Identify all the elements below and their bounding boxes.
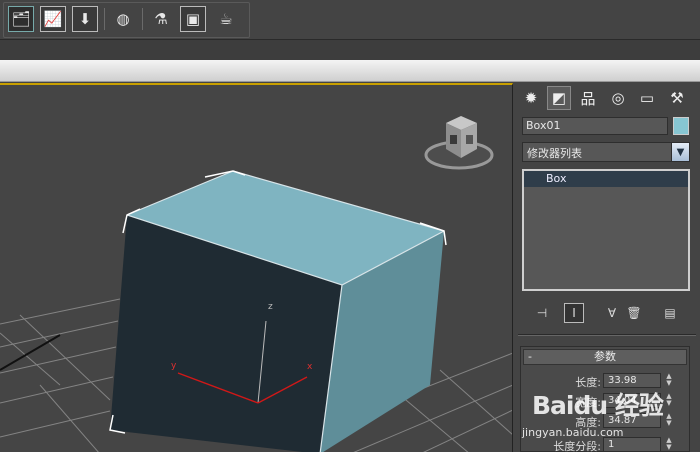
box01-mesh[interactable] bbox=[110, 170, 445, 452]
pin-stack-icon[interactable]: ⊣ bbox=[532, 303, 552, 323]
save-scene-icon[interactable]: ⬇ bbox=[72, 6, 98, 32]
display-tab-icon[interactable]: ▭ bbox=[635, 86, 659, 110]
main-toolbar: 🗂 📈 ⬇ ◍ ⚗ ▣ ☕ bbox=[0, 0, 700, 40]
modifier-list-label: 修改器列表 bbox=[527, 147, 582, 160]
panel-divider bbox=[518, 334, 696, 336]
show-end-result-icon[interactable]: Ⅰ bbox=[564, 303, 584, 323]
utilities-tab-icon[interactable]: ⚒ bbox=[665, 86, 689, 110]
viewport-label-bar bbox=[0, 60, 700, 82]
toolbar-separator bbox=[142, 8, 143, 30]
axis-x-label: x bbox=[307, 362, 313, 372]
chevron-down-icon[interactable]: ▼ bbox=[671, 143, 689, 161]
watermark-url: jingyan.baidu.com bbox=[522, 426, 624, 439]
modifier-list-dropdown[interactable]: 修改器列表 ▼ bbox=[522, 142, 690, 162]
stack-item-box[interactable]: Box bbox=[524, 171, 688, 187]
rollout-title: 参数 bbox=[594, 350, 616, 363]
render-production-icon[interactable]: ☕ bbox=[213, 6, 239, 32]
modify-tab-icon[interactable]: ◩ bbox=[547, 86, 571, 110]
perspective-viewport[interactable]: z y x bbox=[0, 83, 513, 452]
collapse-icon[interactable]: - bbox=[528, 350, 532, 364]
modifier-stack[interactable]: Box bbox=[522, 169, 690, 291]
motion-tab-icon[interactable]: ◎ bbox=[606, 86, 630, 110]
viewport-scene: z y x bbox=[0, 116, 512, 452]
object-name-field[interactable]: Box01 bbox=[522, 117, 668, 135]
parameters-rollout-header[interactable]: - 参数 bbox=[523, 349, 687, 365]
watermark: Baidu 经验 jingyan.baidu.com bbox=[522, 386, 700, 446]
render-setup-icon[interactable]: ⚗ bbox=[148, 6, 174, 32]
ribbon-area bbox=[0, 40, 700, 60]
axis-z-label: z bbox=[268, 302, 273, 312]
object-color-swatch[interactable] bbox=[673, 117, 689, 135]
open-explorer-icon[interactable]: 🗂 bbox=[8, 6, 34, 32]
rendered-frame-icon[interactable]: ▣ bbox=[180, 6, 206, 32]
material-editor-icon[interactable]: ◍ bbox=[110, 6, 136, 32]
make-unique-icon[interactable]: ∀ bbox=[602, 303, 622, 323]
hierarchy-tab-icon[interactable]: 品 bbox=[576, 86, 600, 110]
axis-y-label: y bbox=[171, 361, 177, 371]
create-tab-icon[interactable]: ✹ bbox=[519, 86, 543, 110]
stack-toolbar: ⊣ Ⅰ ∀ 🗑 ▤ bbox=[514, 299, 700, 325]
command-panel-tabs: ✹ ◩ 品 ◎ ▭ ⚒ bbox=[514, 83, 700, 113]
configure-sets-icon[interactable]: ▤ bbox=[660, 303, 680, 323]
toolbar-separator bbox=[104, 8, 105, 30]
viewcube-icon[interactable] bbox=[424, 116, 494, 170]
watermark-brand: Baidu 经验 bbox=[532, 391, 664, 420]
curve-editor-icon[interactable]: 📈 bbox=[40, 6, 66, 32]
remove-modifier-icon[interactable]: 🗑 bbox=[624, 303, 644, 323]
